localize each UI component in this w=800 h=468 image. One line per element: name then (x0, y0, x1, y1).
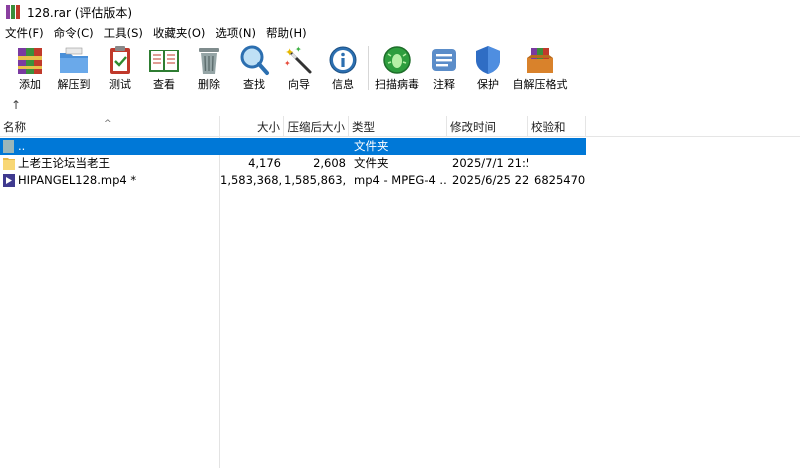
view-book-icon (149, 50, 179, 72)
row-name: HIPANGEL128.mp4 * (18, 173, 137, 187)
shield-icon (476, 46, 500, 74)
protect-button[interactable]: 保护 (470, 44, 506, 94)
header-crc[interactable]: 校验和 (528, 116, 586, 137)
delete-button[interactable]: 删除 (191, 44, 227, 94)
up-arrow-icon[interactable]: ↑ (11, 98, 21, 112)
header-name[interactable]: 名称 ^ (0, 116, 220, 137)
menu-favorites[interactable]: 收藏夹(O) (148, 24, 211, 42)
extract-to-label: 解压到 (57, 78, 91, 91)
window-title: 128.rar (评估版本) (27, 5, 133, 20)
view-button[interactable]: 查看 (146, 44, 182, 94)
row-packed: 2,608 (313, 156, 346, 170)
header-packed[interactable]: 压缩后大小 (284, 116, 349, 137)
row-type: 文件夹 (354, 139, 389, 153)
svg-text:✦: ✦ (284, 59, 291, 68)
address-bar: ↑ (0, 96, 800, 116)
toolbar: 添加 解压到 测试 查看 删除 查找 ✦ ✦ ✦ 向导 信息 扫描病毒 注释 保… (0, 42, 800, 96)
row-name: .. (18, 139, 26, 153)
sort-caret-icon: ^ (104, 119, 112, 129)
row-modified: 2025/6/25 22... (452, 173, 528, 187)
header-type[interactable]: 类型 (349, 116, 447, 137)
add-archive-icon (18, 48, 42, 74)
extract-to-button[interactable]: 解压到 (56, 44, 92, 94)
folder-icon (3, 158, 15, 170)
virus-scan-icon (383, 46, 411, 74)
virus-scan-button[interactable]: 扫描病毒 (374, 44, 420, 94)
info-button[interactable]: 信息 (325, 44, 361, 94)
parent-folder-icon (3, 140, 14, 153)
wizard-label: 向导 (288, 78, 310, 91)
sfx-archive-icon (527, 48, 553, 73)
row-crc (534, 138, 586, 155)
delete-label: 删除 (198, 78, 220, 91)
row-crc (534, 155, 586, 172)
info-icon (329, 46, 357, 74)
test-clipboard-icon (110, 46, 130, 74)
wizard-button[interactable]: ✦ ✦ ✦ 向导 (281, 44, 317, 94)
protect-label: 保护 (477, 78, 499, 91)
test-button[interactable]: 测试 (102, 44, 138, 94)
find-button[interactable]: 查找 (236, 44, 272, 94)
row-name: 上老王论坛当老王 (18, 156, 110, 170)
row-size: 1,583,368,... (220, 173, 281, 187)
comment-button[interactable]: 注释 (426, 44, 462, 94)
video-file-icon (3, 174, 15, 187)
row-packed (284, 138, 346, 155)
test-label: 测试 (109, 78, 131, 91)
row-size: 4,176 (248, 156, 281, 170)
add-button[interactable]: 添加 (12, 44, 48, 94)
row-crc: 68254701 (534, 173, 586, 187)
header-modified[interactable]: 修改时间 (447, 116, 528, 137)
title-bar: 128.rar (评估版本) (0, 0, 800, 24)
row-type: mp4 - MPEG-4 ... (354, 173, 446, 187)
svg-text:✦: ✦ (295, 45, 302, 54)
menu-tools[interactable]: 工具(S) (99, 24, 148, 42)
row-modified: 2025/7/1 21:50 (452, 156, 528, 170)
comment-label: 注释 (433, 78, 455, 91)
menu-options[interactable]: 选项(N) (210, 24, 261, 42)
row-modified (452, 138, 528, 155)
header-name-label: 名称 (3, 120, 26, 134)
view-label: 查看 (153, 78, 175, 91)
info-label: 信息 (332, 78, 354, 91)
menu-bar: 文件(F) 命令(C) 工具(S) 收藏夹(O) 选项(N) 帮助(H) (0, 24, 800, 42)
find-label: 查找 (243, 78, 265, 91)
menu-help[interactable]: 帮助(H) (261, 24, 312, 42)
magic-wand-icon: ✦ ✦ ✦ (284, 45, 312, 74)
toolbar-separator (368, 46, 369, 90)
table-row[interactable]: HIPANGEL128.mp4 * 1,583,368,... 1,585,86… (0, 172, 586, 189)
winrar-app-icon (5, 4, 21, 20)
menu-file[interactable]: 文件(F) (0, 24, 49, 42)
column-header: 名称 ^ 大小 压缩后大小 类型 修改时间 校验和 (0, 116, 800, 137)
trash-icon (199, 48, 219, 74)
menu-commands[interactable]: 命令(C) (49, 24, 99, 42)
sfx-button[interactable]: 自解压格式 (512, 44, 568, 94)
svg-text:✦: ✦ (285, 46, 294, 59)
virus-scan-label: 扫描病毒 (375, 78, 419, 91)
add-label: 添加 (19, 78, 41, 91)
table-row[interactable]: 上老王论坛当老王 4,176 2,608 文件夹 2025/7/1 21:50 (0, 155, 586, 172)
table-row[interactable]: .. 文件夹 (0, 138, 586, 155)
row-type: 文件夹 (354, 156, 389, 170)
sfx-label: 自解压格式 (512, 78, 568, 91)
file-list: 名称 ^ 大小 压缩后大小 类型 修改时间 校验和 .. 文件夹 上老王论坛当老… (0, 116, 800, 468)
extract-folder-icon (60, 47, 88, 73)
comment-icon (432, 49, 456, 71)
header-size[interactable]: 大小 (220, 116, 284, 137)
magnifier-icon (240, 45, 269, 75)
row-size (220, 138, 281, 155)
row-packed: 1,585,863,... (284, 173, 346, 187)
